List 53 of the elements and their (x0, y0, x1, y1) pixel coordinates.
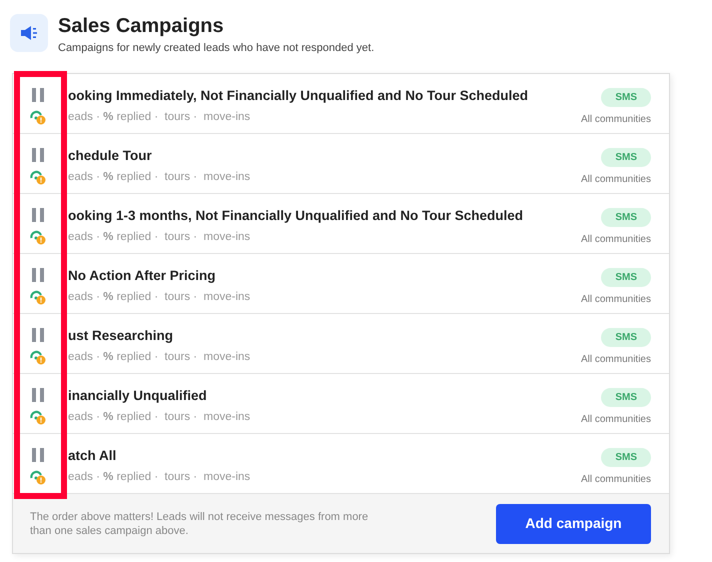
add-campaign-button[interactable]: Add campaign (496, 504, 651, 544)
channel-badge: SMS (601, 448, 651, 467)
gauge-warning-icon (30, 229, 46, 245)
page-subtitle: Campaigns for newly created leads who have not responded yet. (58, 41, 374, 56)
gauge-warning-icon (30, 109, 46, 125)
campaign-stats: eads · % replied · tours · move-ins (68, 290, 252, 306)
campaign-stats: eads · % replied · tours · move-ins (68, 230, 252, 246)
campaign-row[interactable]: ooking Immediately, Not Financially Unqualified and No Tour Scheduled eads · % replied · tours · move-ins SMS All communities (13, 74, 669, 134)
campaign-title: No Action After Pricing (68, 267, 217, 285)
campaign-stats: eads · % replied · tours · move-ins (68, 470, 252, 486)
campaign-row[interactable]: inancially Unqualified eads · % replied · tours · move-ins SMS All communities (13, 374, 669, 434)
community-scope: All communities (580, 173, 651, 187)
channel-badge: SMS (601, 148, 651, 167)
pause-icon[interactable] (32, 88, 44, 102)
channel-badge: SMS (601, 388, 651, 407)
campaign-row[interactable]: chedule Tour eads · % replied · tours · move-ins SMS All communities (13, 134, 669, 194)
pause-icon[interactable] (32, 148, 44, 162)
campaign-row[interactable]: No Action After Pricing eads · % replied · tours · move-ins SMS All communities (13, 254, 669, 314)
pause-icon[interactable] (32, 208, 44, 222)
community-scope: All communities (580, 473, 651, 487)
campaign-title: atch All (68, 447, 118, 465)
pause-icon[interactable] (32, 448, 44, 462)
campaign-title: chedule Tour (68, 147, 153, 165)
gauge-warning-icon (30, 349, 46, 365)
gauge-warning-icon (30, 289, 46, 305)
community-scope: All communities (580, 113, 651, 127)
footer-note: The order above matters! Leads will not receive messages from more than one sales campaign above. (30, 510, 370, 538)
channel-badge: SMS (601, 328, 651, 347)
campaign-stats: eads · % replied · tours · move-ins (68, 170, 252, 186)
campaign-title: inancially Unqualified (68, 387, 208, 405)
community-scope: All communities (580, 233, 651, 247)
community-scope: All communities (580, 413, 651, 427)
campaign-title: ooking 1-3 months, Not Financially Unqualified and No Tour Scheduled (68, 207, 524, 225)
pause-icon[interactable] (32, 388, 44, 402)
campaign-stats: eads · % replied · tours · move-ins (68, 350, 252, 366)
community-scope: All communities (580, 353, 651, 367)
gauge-warning-icon (30, 169, 46, 185)
campaign-stats: eads · % replied · tours · move-ins (68, 110, 252, 126)
channel-badge: SMS (601, 88, 651, 107)
campaign-title: ust Researching (68, 327, 174, 345)
gauge-warning-icon (30, 469, 46, 485)
pause-icon[interactable] (32, 268, 44, 282)
channel-badge: SMS (601, 208, 651, 227)
pause-icon[interactable] (32, 328, 44, 342)
campaign-title: ooking Immediately, Not Financially Unqualified and No Tour Scheduled (68, 87, 530, 105)
page-title: Sales Campaigns (58, 14, 225, 38)
campaign-row[interactable]: ooking 1-3 months, Not Financially Unqualified and No Tour Scheduled eads · % replied · tours · move-ins SMS All communities (13, 194, 669, 254)
megaphone-icon (10, 14, 48, 52)
campaign-stats: eads · % replied · tours · move-ins (68, 410, 252, 426)
campaign-row[interactable]: ust Researching eads · % replied · tours · move-ins SMS All communities (13, 314, 669, 374)
gauge-warning-icon (30, 409, 46, 425)
community-scope: All communities (580, 293, 651, 307)
channel-badge: SMS (601, 268, 651, 287)
